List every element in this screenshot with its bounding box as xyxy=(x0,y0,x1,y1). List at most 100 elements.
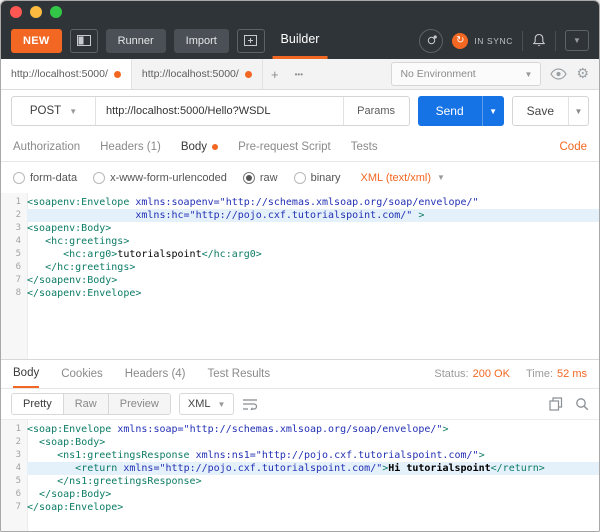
line-number: 4 xyxy=(1,235,27,248)
account-dropdown-button[interactable]: ▼ xyxy=(565,30,589,51)
save-options-button[interactable]: ▼ xyxy=(568,97,588,125)
send-options-button[interactable]: ▼ xyxy=(482,96,504,126)
body-type-binary-label: binary xyxy=(311,172,341,184)
response-tab-headers[interactable]: Headers (4) xyxy=(125,360,186,388)
code-line: 3 <ns1:greetingsResponse xmlns:ns1="http… xyxy=(1,449,599,462)
line-number: 7 xyxy=(1,501,27,514)
params-button[interactable]: Params xyxy=(343,97,409,125)
main-toolbar: NEW Runner Import Builder ↻ IN SYNC xyxy=(1,22,599,59)
body-type-raw[interactable]: raw xyxy=(243,172,278,184)
new-window-icon xyxy=(244,35,257,46)
content-type-value: XML (text/xml) xyxy=(361,172,432,184)
code-line: 5 <hc:arg0>tutorialspoint</hc:arg0> xyxy=(1,248,599,261)
environment-select[interactable]: No Environment ▼ xyxy=(391,62,541,86)
status-value: 200 OK xyxy=(473,368,510,380)
response-format-select[interactable]: XML ▼ xyxy=(179,393,235,415)
response-tab-body[interactable]: Body xyxy=(13,360,39,388)
gear-icon: ⚙ xyxy=(576,65,589,81)
content-type-select[interactable]: XML (text/xml) ▼ xyxy=(361,172,445,184)
url-input[interactable] xyxy=(96,97,343,125)
environment-controls: No Environment ▼ ⚙ xyxy=(391,59,599,89)
save-button-group: Save ▼ xyxy=(512,96,589,126)
response-tab-test-results[interactable]: Test Results xyxy=(208,360,271,388)
line-number: 2 xyxy=(1,436,27,449)
request-tab-1[interactable]: http://localhost:5000/ xyxy=(1,59,132,89)
chevron-down-icon: ▼ xyxy=(573,36,581,45)
tab-authorization[interactable]: Authorization xyxy=(13,141,80,153)
response-toolbar-right xyxy=(549,397,589,411)
active-tab-dot xyxy=(212,144,218,150)
response-tab-cookies[interactable]: Cookies xyxy=(61,360,103,388)
line-number: 1 xyxy=(1,196,27,209)
code-line: 6 </soap:Body> xyxy=(1,488,599,501)
zoom-window-button[interactable] xyxy=(50,6,62,18)
tab-prerequest-script[interactable]: Pre-request Script xyxy=(238,141,331,153)
request-tab-1-label: http://localhost:5000/ xyxy=(11,68,108,80)
new-button[interactable]: NEW xyxy=(11,29,62,53)
body-type-binary[interactable]: binary xyxy=(294,172,341,184)
view-mode-raw[interactable]: Raw xyxy=(64,394,109,414)
view-mode-pretty[interactable]: Pretty xyxy=(12,394,64,414)
code-line: 5 </ns1:greetingsResponse> xyxy=(1,475,599,488)
code-line: 2 xmlns:hc="http://pojo.cxf.tutorialspoi… xyxy=(1,209,599,222)
search-response-button[interactable] xyxy=(575,397,589,411)
generate-code-link[interactable]: Code xyxy=(560,141,588,153)
status-label: Status: xyxy=(434,368,468,380)
search-icon xyxy=(575,397,589,411)
response-format-value: XML xyxy=(188,398,211,410)
copy-response-button[interactable] xyxy=(549,397,563,411)
close-window-button[interactable] xyxy=(10,6,22,18)
code-line: 4 <return xmlns="http://pojo.cxf.tutoria… xyxy=(1,462,599,475)
tab-headers[interactable]: Headers (1) xyxy=(100,141,161,153)
tab-body[interactable]: Body xyxy=(181,141,218,153)
line-number: 7 xyxy=(1,274,27,287)
builder-tab[interactable]: Builder xyxy=(273,22,328,59)
method-select[interactable]: POST ▼ xyxy=(12,97,96,125)
line-number: 4 xyxy=(1,462,27,475)
time-value: 52 ms xyxy=(557,368,587,380)
unsaved-indicator xyxy=(245,71,252,78)
postman-window: NEW Runner Import Builder ↻ IN SYNC xyxy=(0,0,600,532)
notifications-button[interactable] xyxy=(532,33,546,48)
sync-label: IN SYNC xyxy=(474,36,513,46)
minimize-window-button[interactable] xyxy=(30,6,42,18)
body-type-urlencoded[interactable]: x-www-form-urlencoded xyxy=(93,172,227,184)
unsaved-indicator xyxy=(114,71,121,78)
line-number: 2 xyxy=(1,209,27,222)
import-button[interactable]: Import xyxy=(174,29,229,53)
wrap-text-button[interactable] xyxy=(242,398,258,410)
settings-button[interactable]: ⚙ xyxy=(576,65,589,83)
request-body-editor[interactable]: 1<soapenv:Envelope xmlns:soapenv="http:/… xyxy=(1,193,599,359)
line-number: 3 xyxy=(1,449,27,462)
runner-button[interactable]: Runner xyxy=(106,29,166,53)
response-body-editor[interactable]: 1<soap:Envelope xmlns:soap="http://schem… xyxy=(1,420,599,531)
environment-preview-button[interactable] xyxy=(550,68,567,80)
time-label: Time: xyxy=(526,368,553,380)
body-type-urlencoded-label: x-www-form-urlencoded xyxy=(110,172,227,184)
chevron-down-icon: ▼ xyxy=(575,107,583,116)
status-badge: Status: 200 OK xyxy=(434,368,510,380)
send-button[interactable]: Send xyxy=(418,96,482,126)
sync-status[interactable]: ↻ IN SYNC xyxy=(452,33,513,49)
line-number: 3 xyxy=(1,222,27,235)
sidebar-layout-icon xyxy=(77,35,91,46)
interceptor-button[interactable] xyxy=(419,29,443,53)
new-window-button[interactable] xyxy=(237,29,265,53)
view-mode-preview[interactable]: Preview xyxy=(109,394,170,414)
tab-tests[interactable]: Tests xyxy=(351,141,378,153)
request-section-tabs: Authorization Headers (1) Body Pre-reque… xyxy=(1,132,599,162)
more-tabs-button[interactable]: ••• xyxy=(287,59,311,89)
toolbar-divider xyxy=(555,31,556,51)
new-tab-button[interactable]: + xyxy=(263,59,287,89)
body-type-form-data[interactable]: form-data xyxy=(13,172,77,184)
code-line: 3<soapenv:Body> xyxy=(1,222,599,235)
chevron-down-icon: ▼ xyxy=(218,400,226,409)
save-button[interactable]: Save xyxy=(513,97,568,125)
line-number: 1 xyxy=(1,423,27,436)
bell-icon xyxy=(532,33,546,48)
body-type-form-data-label: form-data xyxy=(30,172,77,184)
request-tab-2[interactable]: http://localhost:5000/ xyxy=(132,59,263,89)
sidebar-toggle-button[interactable] xyxy=(70,29,98,53)
request-builder-bar: POST ▼ Params Send ▼ Save ▼ xyxy=(1,90,599,132)
copy-icon xyxy=(549,397,563,411)
